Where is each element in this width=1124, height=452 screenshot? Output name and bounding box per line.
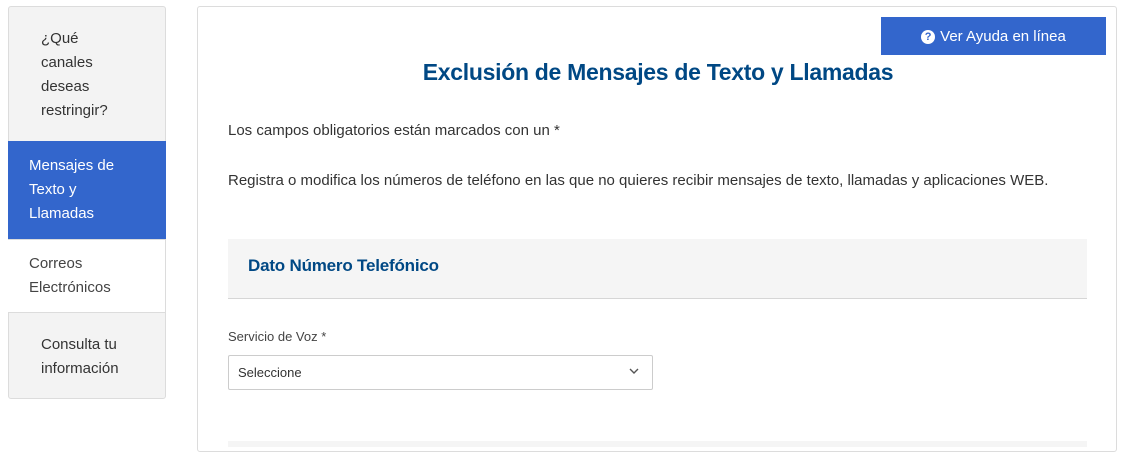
sidebar-item-label: Mensajes de [29, 157, 115, 174]
sidebar-item-label: Llamadas [29, 205, 95, 222]
chevron-down-icon [629, 368, 639, 374]
question-circle-icon: ? [921, 30, 936, 44]
sidebar-item-label: Correos [29, 255, 83, 272]
select-value: Seleccione [238, 365, 302, 380]
main-panel: ? Ver Ayuda en línea Exclusión de Mensaje… [197, 6, 1117, 452]
sidebar-heading-line: deseas [41, 78, 90, 95]
sidebar-item-label: Electrónicos [29, 279, 111, 296]
section-header: Dato Número Telefónico [228, 239, 1087, 299]
sidebar-heading-line: canales [41, 54, 93, 71]
sidebar: ¿Qué canales deseas restringir? Mensajes… [8, 6, 166, 399]
sidebar-item-correos-electronicos[interactable]: Correos Electrónicos [8, 239, 166, 313]
page-description: Registra o modifica los números de teléf… [228, 172, 1049, 189]
servicio-voz-label: Servicio de Voz * [228, 329, 327, 344]
sidebar-item-mensajes-texto-llamadas[interactable]: Mensajes de Texto y Llamadas [8, 141, 166, 239]
sidebar-heading-line: restringir? [41, 102, 108, 119]
help-button[interactable]: ? Ver Ayuda en línea [881, 17, 1106, 55]
sidebar-heading: ¿Qué canales deseas restringir? [41, 27, 151, 123]
page-title: Exclusión de Mensajes de Texto y Llamada… [422, 59, 894, 85]
sidebar-item-label: Texto y [29, 181, 77, 198]
section-title: Dato Número Telefónico [248, 256, 439, 275]
next-section-edge [228, 441, 1087, 447]
sidebar-item-consulta-informacion[interactable]: Consulta tu información [8, 333, 166, 383]
required-fields-note: Los campos obligatorios están marcados c… [228, 122, 560, 139]
servicio-voz-select[interactable]: Seleccione [228, 355, 653, 390]
sidebar-heading-line: ¿Qué [41, 30, 79, 47]
sidebar-item-label: información [41, 360, 119, 377]
help-button-label: Ver Ayuda en línea [940, 28, 1066, 45]
sidebar-item-label: Consulta tu [41, 336, 117, 353]
